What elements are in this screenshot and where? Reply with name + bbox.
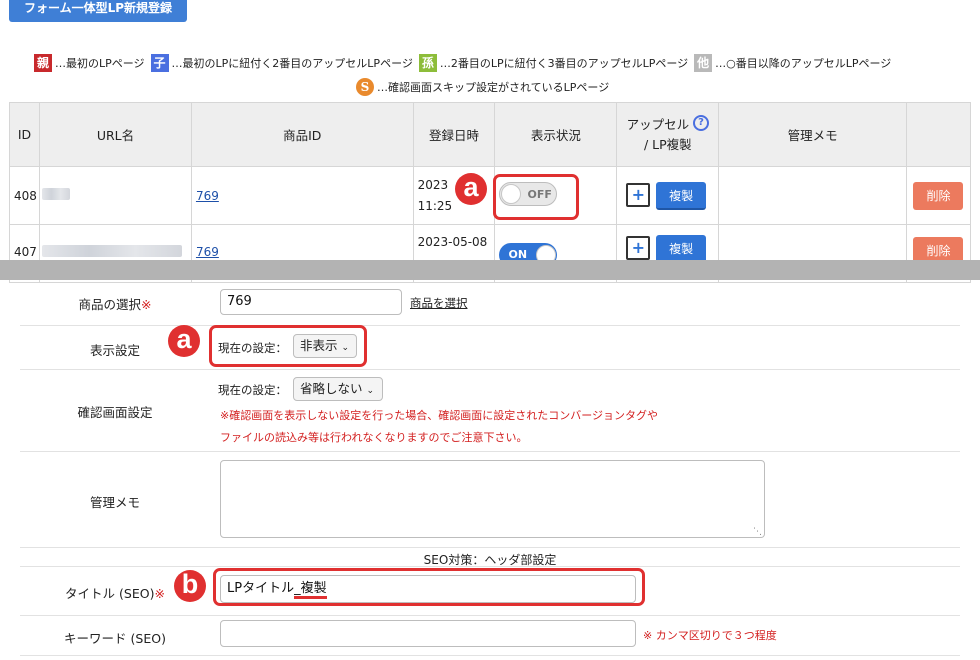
seo-keyword-input[interactable] (220, 620, 636, 647)
delete-button[interactable]: 削除 (913, 181, 964, 210)
seo-title-label-text: タイトル (SEO) (65, 586, 155, 601)
legend-skip-text: …確認画面スキップ設定がされているLPページ (377, 81, 610, 94)
blurred-url (41, 188, 70, 200)
parent-badge-icon: 親 (34, 54, 52, 72)
col-url: URL名 (38, 102, 192, 167)
product-select-label: 商品の選択※ (60, 294, 170, 313)
legend-grandchild-text: …2番目のLPに紐付く3番目のアップセルLPページ (439, 57, 689, 70)
duplicate-button[interactable]: 複製 (656, 235, 707, 263)
confirm-warning-2: ファイルの読込み等は行われなくなりますのでご注意下さい。 (220, 431, 528, 444)
product-id-link[interactable]: 769 (196, 245, 219, 259)
col-memo: 管理メモ (718, 102, 907, 167)
confirm-setting-label: 確認画面設定 (77, 405, 153, 420)
grandchild-badge-icon: 孫 (418, 54, 437, 72)
col-date: 登録日時 (412, 102, 496, 167)
row-id: 408 (9, 166, 40, 225)
chevron-down-icon: ⌄ (366, 386, 375, 396)
legend-other-text: …○番目以降のアップセルLPページ (715, 57, 892, 70)
new-lp-button[interactable]: フォーム一体型LP新規登録 (9, 0, 187, 22)
seo-keyword-note: ※ カンマ区切りで３つ程度 (643, 629, 777, 642)
row-upsell: + 複製 (616, 166, 720, 225)
col-upsell: アップセル ? / LP複製 (616, 102, 720, 167)
col-id: ID (9, 102, 40, 167)
required-mark: ※ (154, 586, 165, 601)
select-product-link[interactable]: 商品を選択 (410, 295, 468, 311)
display-setting-label: 表示設定 (89, 343, 140, 358)
annotation-a-marker: a (455, 173, 487, 205)
legend-parent-text: …最初のLPページ (55, 57, 145, 70)
product-id-link[interactable]: 769 (196, 189, 219, 203)
legend-child: 子 …最初のLPに紐付く2番目のアップセルLPページ (150, 54, 413, 72)
add-upsell-button[interactable]: + (626, 182, 651, 207)
legend-grandchild: 孫 …2番目のLPに紐付く3番目のアップセルLPページ (418, 54, 689, 72)
col-product-id: 商品ID (190, 102, 414, 167)
row-display-setting: 表示設定 現在の設定： 非表示 ⌄ (20, 326, 960, 370)
memo-textarea[interactable]: ⋱ (220, 460, 765, 538)
section-divider (0, 260, 980, 280)
confirm-current-label: 現在の設定： (218, 383, 287, 397)
annotation-b-marker: b (174, 570, 206, 602)
row-date-text: 2023 (417, 177, 449, 192)
row-product-id[interactable]: 769 (190, 166, 414, 225)
col-action (905, 102, 972, 167)
table-header-row: ID URL名 商品ID 登録日時 表示状況 アップセル ? / LP複製 管理… (9, 102, 972, 167)
row-confirm-setting: 確認画面設定 現在の設定： 省略しない ⌄ ※確認画面を表示しない設定を行った場… (20, 370, 960, 452)
col-duplicate-label: / LP複製 (643, 136, 692, 152)
help-icon[interactable]: ? (693, 114, 710, 131)
resize-handle-icon[interactable]: ⋱ (753, 527, 762, 537)
annotation-a-marker-2: a (168, 325, 200, 357)
row-date-text: 2023-05-08 (417, 235, 488, 249)
product-id-input[interactable]: 769 (220, 289, 402, 315)
confirm-warning-1: ※確認画面を表示しない設定を行った場合、確認画面に設定されたコンバージョンタグや (220, 409, 658, 422)
row-memo: 管理メモ ⋱ (20, 452, 960, 548)
duplicate-button[interactable]: 複製 (656, 181, 707, 210)
col-status: 表示状況 (494, 102, 618, 167)
add-upsell-button[interactable]: + (626, 236, 651, 260)
legend-row-2: S …確認画面スキップ設定がされているLPページ (356, 78, 615, 96)
other-badge-icon: 他 (694, 54, 713, 72)
legend-other: 他 …○番目以降のアップセルLPページ (694, 54, 891, 72)
table-row: 408 769 2023 11:25 OFF + 複製 削除 (9, 166, 972, 225)
skip-badge-icon: S (356, 78, 374, 96)
lp-list-table: ID URL名 商品ID 登録日時 表示状況 アップセル ? / LP複製 管理… (9, 102, 972, 283)
product-label-text: 商品の選択 (78, 297, 142, 312)
row-time-text: 11:25 (417, 198, 453, 213)
highlight-toggle-box (493, 174, 579, 220)
row-memo (718, 166, 907, 225)
legend-row-1: 親 …最初のLPページ 子 …最初のLPに紐付く2番目のアップセルLPページ 孫… (34, 54, 897, 72)
memo-label: 管理メモ (89, 495, 140, 510)
seo-title-label: タイトル (SEO)※ (40, 583, 190, 602)
highlight-title-box (213, 568, 645, 606)
row-action: 削除 (905, 166, 972, 225)
confirm-selected-value: 省略しない (300, 381, 363, 396)
legend-child-text: …最初のLPに紐付く2番目のアップセルLPページ (171, 57, 413, 70)
confirm-select[interactable]: 省略しない ⌄ (293, 377, 383, 401)
row-product-select: 商品の選択※ 769 商品を選択 (20, 280, 960, 326)
row-url (38, 166, 192, 225)
highlight-display-box (209, 325, 367, 367)
seo-keyword-label: キーワード (SEO) (64, 631, 166, 646)
legend-skip: S …確認画面スキップ設定がされているLPページ (356, 78, 609, 96)
col-upsell-label: アップセル (626, 116, 690, 132)
row-seo-keyword: キーワード (SEO) ※ カンマ区切りで３つ程度 (20, 616, 960, 656)
child-badge-icon: 子 (150, 54, 169, 72)
required-mark: ※ (141, 297, 152, 312)
blurred-url (41, 245, 182, 257)
legend-parent: 親 …最初のLPページ (34, 54, 145, 72)
